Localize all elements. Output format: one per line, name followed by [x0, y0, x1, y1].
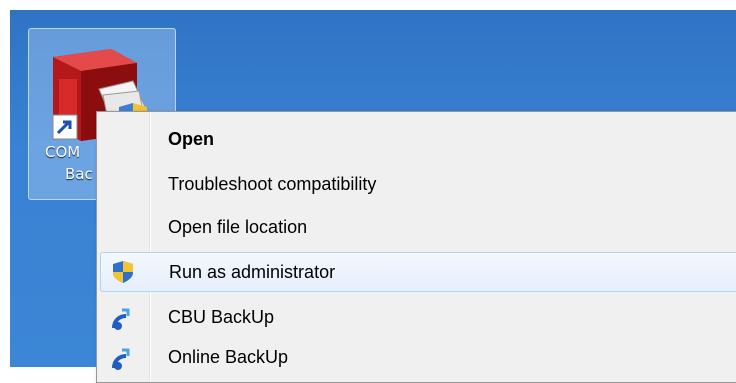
menu-item-cbu-backup[interactable]: CBU BackUp — [100, 300, 736, 336]
menu-item-online-backup[interactable]: Online BackUp — [100, 340, 736, 376]
menu-item-label: Online BackUp — [168, 347, 289, 367]
context-menu: Open Troubleshoot compatibility Open fil… — [96, 111, 736, 383]
uac-shield-icon — [113, 261, 133, 283]
menu-item-label: Troubleshoot compatibility — [168, 174, 377, 194]
menu-item-label: Open file location — [168, 217, 308, 237]
menu-item-label: Run as administrator — [169, 262, 336, 282]
menu-item-open-file-location[interactable]: Open file location — [100, 210, 736, 246]
menu-item-label: Open — [168, 129, 215, 149]
menu-item-open[interactable]: Open — [100, 122, 736, 158]
menu-item-run-as-administrator[interactable]: Run as administrator — [100, 252, 736, 292]
backup-app-icon — [112, 308, 130, 330]
menu-item-troubleshoot-compatibility[interactable]: Troubleshoot compatibility — [100, 167, 736, 203]
backup-app-icon — [112, 348, 130, 370]
menu-item-label: CBU BackUp — [168, 307, 275, 327]
